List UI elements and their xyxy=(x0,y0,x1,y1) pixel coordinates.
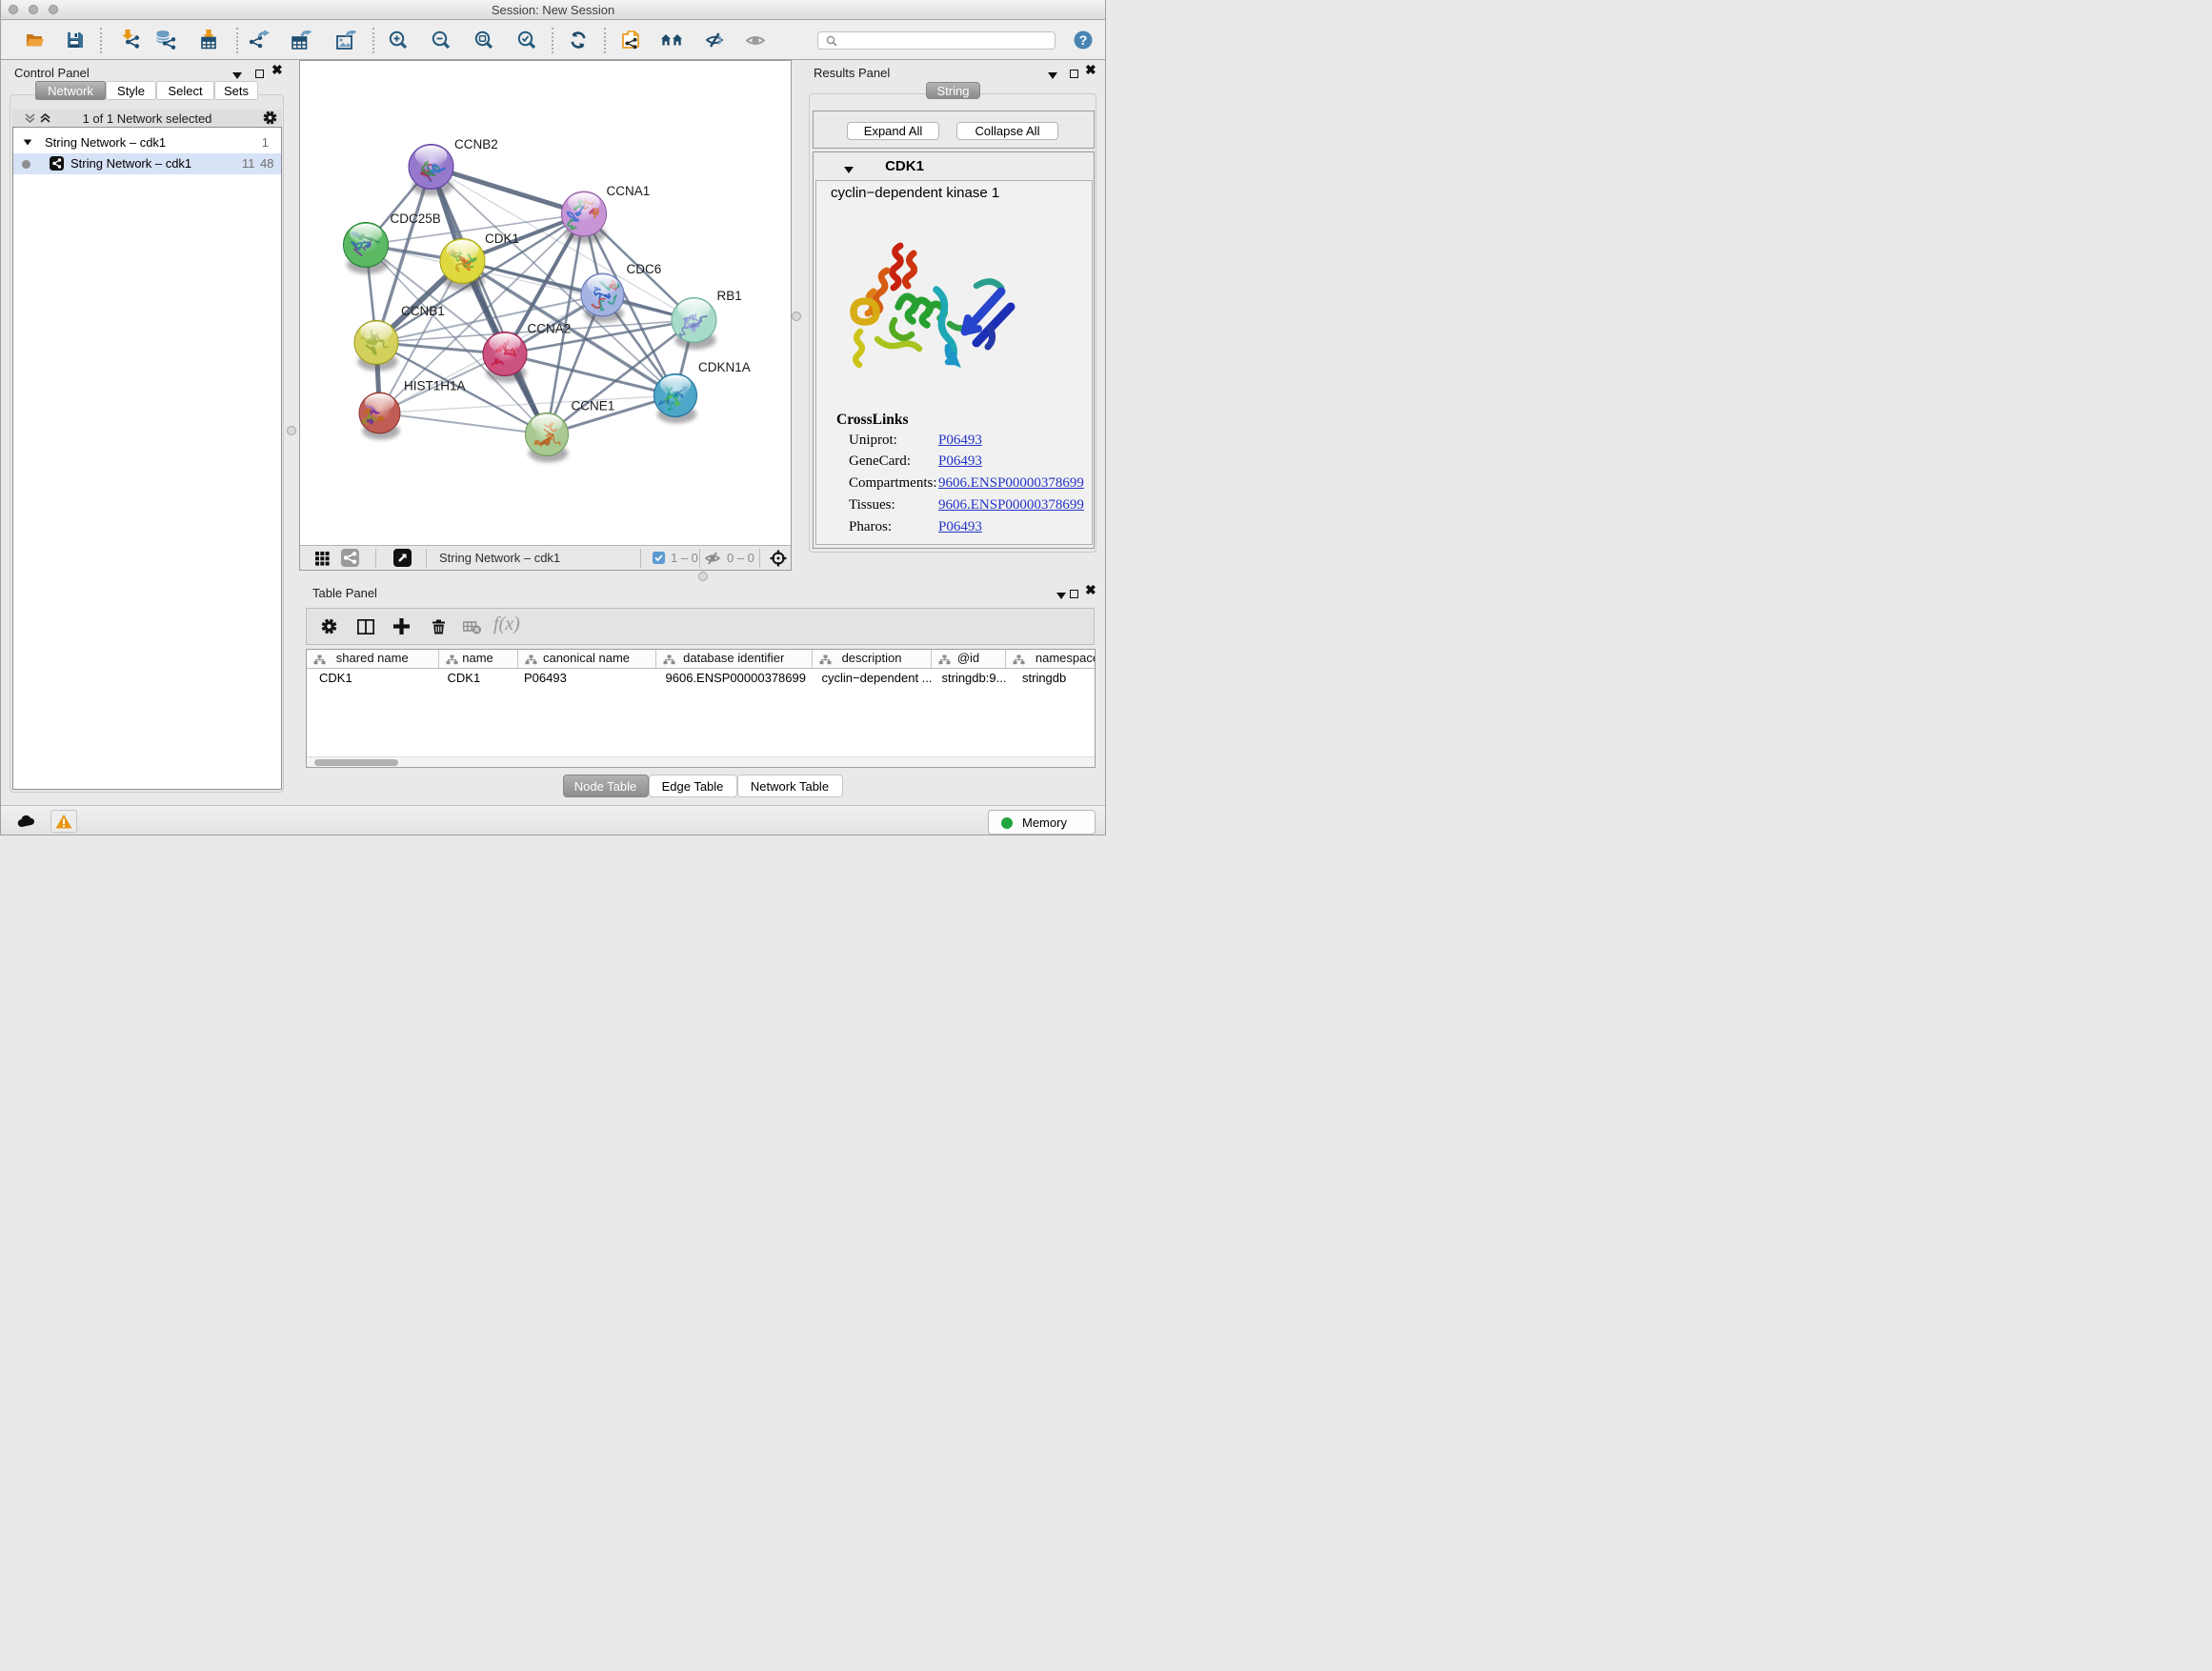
svg-text:RB1: RB1 xyxy=(717,289,742,303)
svg-text:CDC6: CDC6 xyxy=(627,262,662,276)
svg-text:CCNA1: CCNA1 xyxy=(607,184,651,198)
svg-text:CDC25B: CDC25B xyxy=(391,211,441,226)
svg-text:CDK1: CDK1 xyxy=(485,232,519,246)
svg-text:CCNA2: CCNA2 xyxy=(528,322,572,336)
svg-text:CCNB1: CCNB1 xyxy=(401,304,445,318)
svg-text:?: ? xyxy=(1079,32,1088,48)
svg-text:CCNE1: CCNE1 xyxy=(572,399,615,413)
svg-text:HIST1H1A: HIST1H1A xyxy=(404,379,466,393)
svg-text:CDKN1A: CDKN1A xyxy=(698,360,751,374)
svg-text:CCNB2: CCNB2 xyxy=(454,137,498,151)
